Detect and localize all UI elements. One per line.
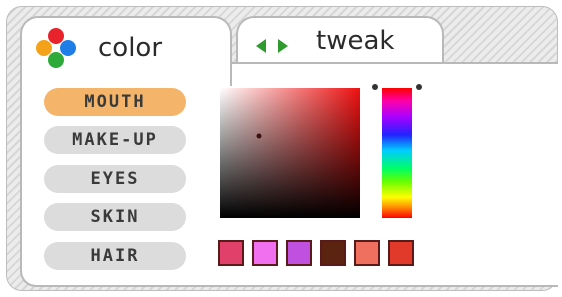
color-swatch[interactable] <box>388 240 414 266</box>
color-swatch[interactable] <box>354 240 380 266</box>
palette-icon <box>36 28 76 68</box>
arrow-right-icon[interactable] <box>278 39 288 53</box>
color-swatch[interactable] <box>218 240 244 266</box>
logo-dot-blue <box>60 40 76 56</box>
color-swatch[interactable] <box>252 240 278 266</box>
hue-handle-left-dot <box>372 84 378 90</box>
sv-black-layer <box>220 88 360 218</box>
tab-color[interactable]: color <box>20 16 232 86</box>
category-hair[interactable]: HAIR <box>44 242 186 270</box>
hue-handle-right-dot <box>416 84 422 90</box>
sv-cursor[interactable] <box>256 133 262 139</box>
category-eyes[interactable]: EYES <box>44 165 186 193</box>
hue-slider-handle[interactable] <box>370 84 424 92</box>
category-make-up[interactable]: MAKE-UP <box>44 126 186 154</box>
logo-dot-green <box>48 52 64 68</box>
tab-tweak[interactable]: tweak <box>236 16 444 66</box>
logo-dot-orange <box>36 40 52 56</box>
color-swatch[interactable] <box>320 240 346 266</box>
category-skin[interactable]: SKIN <box>44 203 186 231</box>
saturation-value-picker[interactable] <box>220 88 360 218</box>
category-mouth[interactable]: MOUTH <box>44 88 186 116</box>
arrow-left-icon[interactable] <box>256 39 266 53</box>
tab-color-label: color <box>98 33 163 63</box>
tab-tweak-label: tweak <box>316 26 395 56</box>
hue-slider[interactable] <box>382 88 412 218</box>
color-swatch[interactable] <box>286 240 312 266</box>
